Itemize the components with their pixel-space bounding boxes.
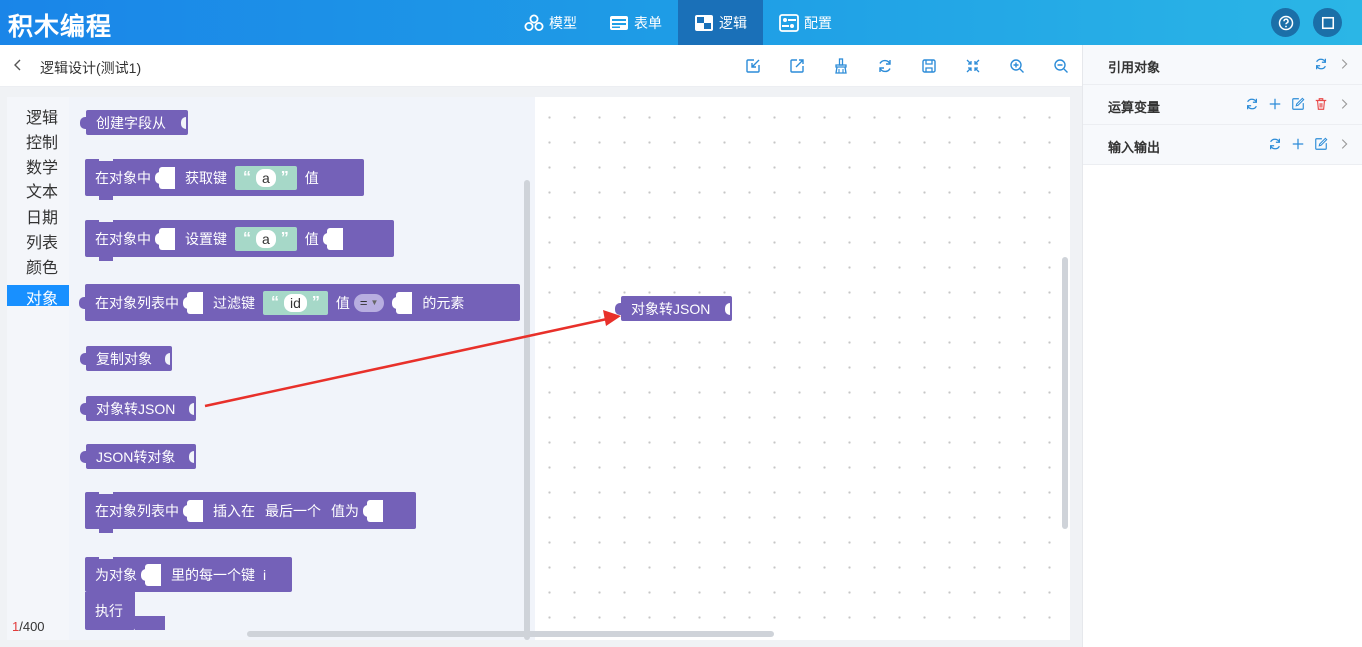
panel-row-label: 输入输出 [1108, 140, 1161, 155]
window-square-icon [1321, 16, 1334, 29]
refresh-icon [879, 59, 891, 73]
top-bar: 积木编程 模型 表单 逻辑 配置 [0, 0, 1362, 45]
toolbar [744, 57, 1096, 75]
panel-row-computed-variables[interactable]: 运算变量 [1083, 85, 1362, 125]
collapse-button[interactable] [964, 57, 982, 75]
page-title: 逻辑设计(测试1) [40, 60, 142, 76]
panel-row-label: 运算变量 [1108, 100, 1161, 115]
main-nav: 模型 表单 逻辑 配置 [508, 0, 848, 45]
panel-row-label: 引用对象 [1108, 60, 1161, 75]
tab-config[interactable]: 配置 [763, 0, 848, 45]
plus-icon[interactable] [1290, 136, 1305, 151]
plus-icon[interactable] [1267, 96, 1282, 111]
clean-up-icon [835, 58, 847, 74]
clean-up-button[interactable] [832, 57, 850, 75]
import-button[interactable] [744, 57, 762, 75]
refresh-icon[interactable] [1267, 136, 1282, 151]
zoom-in-icon [1010, 59, 1024, 73]
refresh-button[interactable] [876, 57, 894, 75]
zoom-in-button[interactable] [1008, 57, 1026, 75]
trash-icon[interactable] [1313, 96, 1328, 111]
tab-config-label: 配置 [804, 14, 832, 31]
canvas-area: 逻辑 控制 数学 文本 日期 列表 颜色 对象 1/400 创建字段从 在对象中… [0, 87, 1082, 647]
save-icon [922, 59, 936, 73]
refresh-icon[interactable] [1313, 56, 1328, 71]
question-circle-icon [1278, 15, 1293, 30]
tab-model-label: 模型 [549, 14, 577, 31]
chevron-right-icon[interactable] [1336, 56, 1351, 71]
edit-icon[interactable] [1313, 136, 1328, 151]
panel-row-referenced-objects[interactable]: 引用对象 [1083, 45, 1362, 85]
zoom-out-button[interactable] [1052, 57, 1070, 75]
tab-logic[interactable]: 逻辑 [678, 0, 763, 45]
chevron-right-icon[interactable] [1336, 136, 1351, 151]
help-button[interactable] [1271, 8, 1300, 37]
save-button[interactable] [920, 57, 938, 75]
page-header: 逻辑设计(测试1) [0, 45, 1082, 87]
blockly-workspace[interactable]: 逻辑 控制 数学 文本 日期 列表 颜色 对象 1/400 创建字段从 在对象中… [7, 97, 1070, 640]
form-icon [609, 14, 629, 32]
cubes-icon [524, 14, 544, 32]
tab-form-label: 表单 [634, 14, 662, 31]
chevron-left-icon [14, 59, 21, 71]
header-actions [1271, 8, 1342, 37]
app-title: 积木编程 [8, 13, 113, 41]
export-button[interactable] [788, 57, 806, 75]
annotation-arrow [204, 310, 621, 408]
chevron-right-icon[interactable] [1336, 96, 1351, 111]
panel-row-input-output[interactable]: 输入输出 [1083, 125, 1362, 165]
window-button[interactable] [1313, 8, 1342, 37]
puzzle-icon [694, 14, 714, 32]
tab-model[interactable]: 模型 [508, 0, 593, 45]
collapse-icon [966, 59, 980, 73]
import-icon [746, 59, 760, 73]
edit-icon[interactable] [1290, 96, 1305, 111]
refresh-icon[interactable] [1244, 96, 1259, 111]
tab-logic-label: 逻辑 [719, 14, 747, 31]
zoom-out-icon [1054, 59, 1068, 73]
export-icon [790, 59, 804, 73]
config-icon [779, 13, 799, 32]
right-panel: 引用对象 运算变量 输入输出 [1082, 45, 1362, 647]
tab-form[interactable]: 表单 [593, 0, 678, 45]
back-button[interactable] [11, 57, 25, 73]
